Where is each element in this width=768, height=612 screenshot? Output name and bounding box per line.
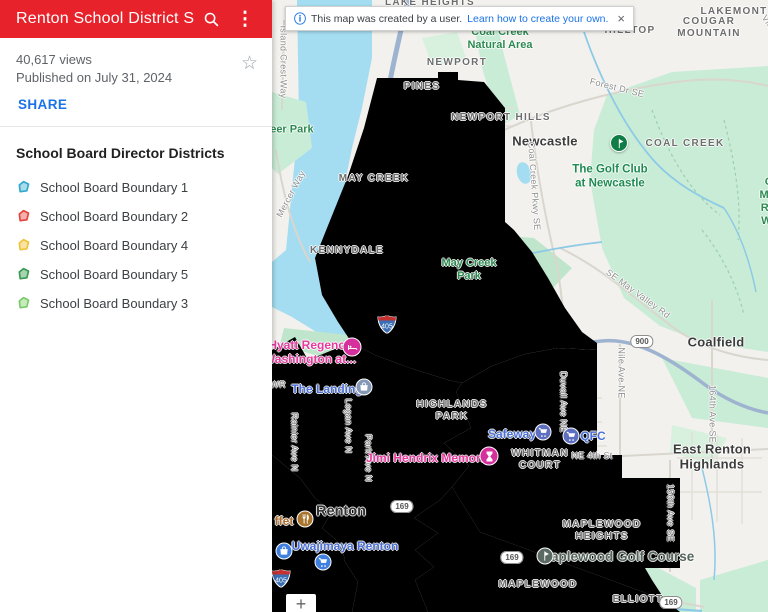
sidebar-header: Renton School District Sc... ⋮ (0, 0, 272, 38)
store-icon[interactable] (276, 543, 293, 560)
maplewood-golf-icon[interactable] (537, 548, 554, 565)
the-landing-icon[interactable] (356, 379, 373, 396)
legend-item-label: School Board Boundary 2 (40, 209, 188, 224)
legend-item-2[interactable]: School Board Boundary 2 (16, 202, 256, 231)
polygon-swatch-icon (16, 180, 31, 195)
my-maps-app: LAKE HEIGHTSLAKEMONTCOUGARMOUNTAINHILLTO… (0, 0, 768, 612)
more-vert-icon: ⋮ (236, 10, 255, 29)
qfc-icon[interactable] (563, 428, 580, 445)
hyatt-regency-pin-icon[interactable] (343, 338, 362, 357)
polygon-swatch-icon (16, 209, 31, 224)
legend-list: School Board Boundary 1 School Board Boun… (0, 165, 272, 326)
info-icon: ⓘ (294, 10, 306, 27)
notice-close-icon[interactable]: × (617, 12, 625, 25)
star-icon[interactable]: ☆ (241, 52, 258, 75)
search-button[interactable] (194, 2, 228, 36)
buffet-restaurant-icon[interactable] (297, 511, 314, 528)
legend-item-5[interactable]: School Board Boundary 3 (16, 289, 256, 318)
jimi-hendrix-memorial-pin-icon[interactable] (480, 447, 499, 466)
share-button[interactable]: SHARE (18, 97, 67, 112)
notice-text: This map was created by a user. (311, 13, 462, 25)
sidebar: Renton School District Sc... ⋮ 40,617 vi… (0, 0, 272, 612)
polygon-swatch-icon (16, 296, 31, 311)
menu-button[interactable]: ⋮ (228, 2, 262, 36)
legend-item-4[interactable]: School Board Boundary 5 (16, 260, 256, 289)
map-meta: 40,617 views Published on July 31, 2024 … (0, 38, 272, 127)
search-icon (203, 11, 220, 28)
legend-item-label: School Board Boundary 4 (40, 238, 188, 253)
published-date: Published on July 31, 2024 (16, 70, 256, 85)
legend-item-label: School Board Boundary 3 (40, 296, 188, 311)
legend-item-label: School Board Boundary 5 (40, 267, 188, 282)
safeway-icon[interactable] (535, 424, 552, 441)
legend-item-1[interactable]: School Board Boundary 1 (16, 173, 256, 202)
views-count: 40,617 views (16, 52, 256, 67)
zoom-in-button[interactable]: + (286, 594, 316, 612)
polygon-swatch-icon (16, 267, 31, 282)
golf-club-newcastle-icon[interactable] (610, 134, 628, 152)
user-map-notice: ⓘ This map was created by a user. Learn … (285, 6, 634, 31)
map-title: Renton School District Sc... (16, 10, 194, 28)
legend-item-label: School Board Boundary 1 (40, 180, 188, 195)
legend-item-3[interactable]: School Board Boundary 4 (16, 231, 256, 260)
notice-learn-link[interactable]: Learn how to create your own. (467, 13, 608, 25)
legend-title: School Board Director Districts (0, 127, 272, 165)
polygon-swatch-icon (16, 238, 31, 253)
uwajimaya-icon[interactable] (315, 554, 332, 571)
map-canvas[interactable]: LAKE HEIGHTSLAKEMONTCOUGARMOUNTAINHILLTO… (272, 0, 768, 612)
basemap (272, 0, 768, 612)
